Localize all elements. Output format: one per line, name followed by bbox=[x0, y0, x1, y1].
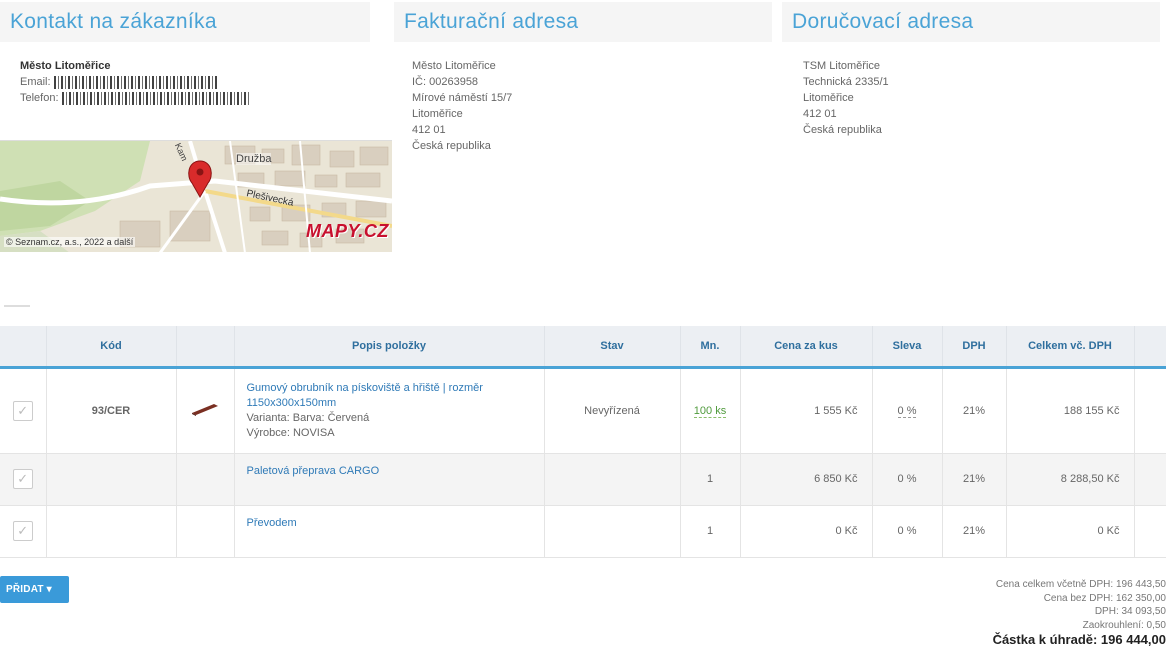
map-label-druzba: Družba bbox=[236, 153, 272, 165]
table-row: ✓ Převodem 1 0 Kč 0 % 21% 0 Kč bbox=[0, 505, 1166, 558]
item-discount: 0 % bbox=[872, 505, 943, 558]
row-select-cell: ✓ bbox=[0, 453, 47, 506]
item-unit-price: 6 850 Kč bbox=[740, 453, 873, 506]
contact-details: Město Litoměřice Email: Telefon: bbox=[20, 58, 250, 106]
header-spacer bbox=[1134, 326, 1166, 369]
redacted-phone bbox=[61, 91, 250, 105]
row-checkbox[interactable]: ✓ bbox=[12, 521, 33, 541]
header-total[interactable]: Celkem vč. DPH bbox=[1006, 326, 1135, 369]
contact-heading: Kontakt na zákazníka bbox=[0, 2, 370, 42]
map-widget[interactable]: Družba Plešivecká Kam MAPY.CZ © Seznam.c… bbox=[0, 140, 392, 252]
item-discount: 0 % bbox=[872, 453, 943, 506]
summary-vat: DPH: 34 093,50 bbox=[1094, 606, 1166, 617]
map-brand-logo: MAPY.CZ bbox=[306, 221, 389, 241]
item-total: 188 155 Kč bbox=[1006, 367, 1135, 454]
map-copyright: © Seznam.cz, a.s., 2022 a další bbox=[4, 237, 136, 247]
header-discount[interactable]: Sleva bbox=[872, 326, 943, 369]
email-label: Email: bbox=[20, 76, 51, 88]
item-description-cell: Převodem bbox=[234, 505, 545, 558]
item-vat: 21% bbox=[942, 367, 1007, 454]
table-row: ✓ Paletová přeprava CARGO 1 6 850 Kč 0 %… bbox=[0, 453, 1166, 506]
billing-line: IČ: 00263958 bbox=[412, 76, 479, 88]
item-variant: Varianta: Barva: Červená bbox=[246, 411, 370, 424]
item-description-link[interactable]: Paletová přeprava CARGO bbox=[247, 464, 532, 479]
row-spacer bbox=[1134, 505, 1166, 558]
item-description-cell: Gumový obrubník na pískoviště a hřiště |… bbox=[234, 367, 545, 454]
header-status[interactable]: Stav bbox=[544, 326, 681, 369]
header-image bbox=[176, 326, 235, 369]
item-image-cell bbox=[176, 505, 235, 558]
billing-line: 412 01 bbox=[412, 124, 446, 136]
delivery-address: TSM Litoměřice Technická 2335/1 Litoměři… bbox=[803, 58, 889, 138]
row-spacer bbox=[1134, 367, 1166, 454]
item-description-link[interactable]: Převodem bbox=[247, 516, 532, 531]
header-unit-price[interactable]: Cena za kus bbox=[740, 326, 873, 369]
redacted-email bbox=[53, 75, 219, 89]
header-code[interactable]: Kód bbox=[46, 326, 177, 369]
row-spacer bbox=[1134, 453, 1166, 506]
delivery-address-heading: Doručovací adresa bbox=[782, 2, 1160, 42]
item-discount-cell: 0 % bbox=[872, 367, 943, 454]
item-unit-price: 0 Kč bbox=[740, 505, 873, 558]
product-thumbnail[interactable] bbox=[190, 402, 220, 416]
summary-total-excl-vat: Cena bez DPH: 162 350,00 bbox=[1043, 592, 1166, 604]
row-select-cell: ✓ bbox=[0, 505, 47, 558]
phone-label: Telefon: bbox=[20, 92, 59, 104]
item-total: 8 288,50 Kč bbox=[1006, 453, 1135, 506]
header-vat[interactable]: DPH bbox=[942, 326, 1007, 369]
summary-amount-due: Částka k úhradě: 196 444,00 bbox=[992, 632, 1166, 647]
item-status bbox=[544, 505, 681, 558]
item-description-cell: Paletová přeprava CARGO bbox=[234, 453, 545, 506]
item-quantity: 1 bbox=[680, 505, 741, 558]
contact-phone-row: Telefon: bbox=[20, 90, 250, 106]
order-summary: Cena celkem včetně DPH: 196 443,50 Cena … bbox=[993, 578, 1166, 647]
row-select-cell: ✓ bbox=[0, 367, 47, 454]
contact-email-row: Email: bbox=[20, 74, 250, 90]
billing-address-heading: Fakturační adresa bbox=[394, 2, 772, 42]
item-status: Nevyřízená bbox=[544, 367, 681, 454]
item-discount[interactable]: 0 % bbox=[897, 404, 917, 418]
item-total: 0 Kč bbox=[1006, 505, 1135, 558]
divider bbox=[4, 305, 30, 307]
row-checkbox[interactable]: ✓ bbox=[12, 400, 33, 421]
item-quantity[interactable]: 100 ks bbox=[693, 404, 727, 418]
billing-address: Město Litoměřice IČ: 00263958 Mírové nám… bbox=[412, 58, 512, 154]
item-code[interactable]: 93/CER bbox=[46, 367, 177, 454]
add-item-button[interactable]: PŘIDAT ▾ bbox=[0, 576, 69, 603]
item-vat: 21% bbox=[942, 505, 1007, 558]
item-image-cell bbox=[176, 367, 235, 454]
header-quantity[interactable]: Mn. bbox=[680, 326, 741, 369]
billing-line: Město Litoměřice bbox=[412, 60, 496, 72]
delivery-line: Litoměřice bbox=[803, 92, 854, 104]
item-status bbox=[544, 453, 681, 506]
header-description[interactable]: Popis položky bbox=[234, 326, 545, 369]
delivery-line: TSM Litoměřice bbox=[803, 60, 881, 72]
delivery-line: Technická 2335/1 bbox=[803, 76, 889, 88]
billing-line: Mírové náměstí 15/7 bbox=[412, 92, 513, 104]
item-quantity: 1 bbox=[680, 453, 741, 506]
item-quantity-cell: 100 ks bbox=[680, 367, 741, 454]
item-image-cell bbox=[176, 453, 235, 506]
header-select bbox=[0, 326, 47, 369]
order-items-table: Kód Popis položky Stav Mn. Cena za kus S… bbox=[0, 326, 1166, 558]
row-checkbox[interactable]: ✓ bbox=[12, 469, 33, 489]
billing-line: Litoměřice bbox=[412, 108, 463, 120]
delivery-line: Česká republika bbox=[803, 124, 882, 136]
delivery-line: 412 01 bbox=[803, 108, 837, 120]
contact-name: Město Litoměřice bbox=[20, 60, 111, 72]
table-row: ✓ 93/CER Gumový obrubník na pískoviště a… bbox=[0, 367, 1166, 454]
item-manufacturer: Výrobce: NOVISA bbox=[246, 426, 335, 439]
summary-rounding: Zaokrouhlení: 0,50 bbox=[1082, 619, 1166, 631]
item-code bbox=[46, 453, 177, 506]
billing-line: Česká republika bbox=[412, 140, 491, 152]
item-vat: 21% bbox=[942, 453, 1007, 506]
item-description-link[interactable]: Gumový obrubník na pískoviště a hřiště |… bbox=[247, 381, 532, 411]
item-code bbox=[46, 505, 177, 558]
table-header-row: Kód Popis položky Stav Mn. Cena za kus S… bbox=[0, 326, 1166, 369]
summary-total-incl-vat: Cena celkem včetně DPH: 196 443,50 bbox=[995, 579, 1166, 590]
item-unit-price: 1 555 Kč bbox=[740, 367, 873, 454]
